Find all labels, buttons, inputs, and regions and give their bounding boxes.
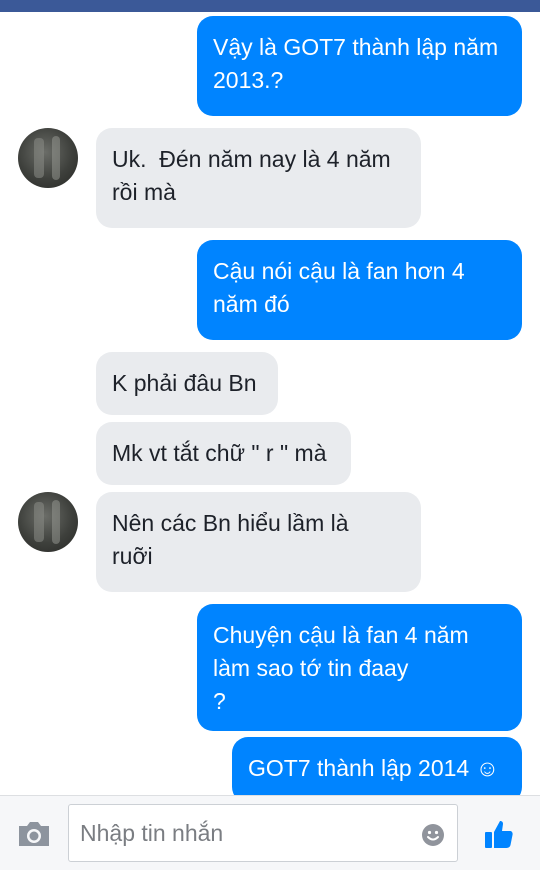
camera-icon[interactable] [16,820,52,848]
avatar[interactable] [18,128,78,188]
message-bubble[interactable]: Vậy là GOT7 thành lập năm 2013.? [197,16,522,116]
message-bubble[interactable]: Cậu nói cậu là fan hơn 4 năm đó [197,240,522,340]
top-bar [0,0,540,12]
thumbs-up-icon[interactable] [483,818,515,850]
message-bubble[interactable]: K phải đâu Bn [96,352,278,415]
avatar[interactable] [18,492,78,552]
composer-bar: Nhập tin nhắn [0,795,540,870]
message-input[interactable]: Nhập tin nhắn [68,804,458,862]
message-bubble[interactable]: Uk. Đén năm nay là 4 năm rồi mà [96,128,421,228]
message-bubble[interactable]: GOT7 thành lập 2014 ☺ [232,737,522,795]
message-input-placeholder: Nhập tin nhắn [80,820,224,846]
message-bubble[interactable]: Chuyện cậu là fan 4 năm làm sao tớ tin đ… [197,604,522,731]
message-bubble[interactable]: Nên các Bn hiểu lầm là ruỡi [96,492,421,592]
message-bubble[interactable]: Mk vt tắt chữ " r " mà [96,422,351,485]
message-list[interactable]: Vậy là GOT7 thành lập năm 2013.? Uk. Đén… [0,12,540,795]
emoji-icon[interactable] [421,823,445,847]
